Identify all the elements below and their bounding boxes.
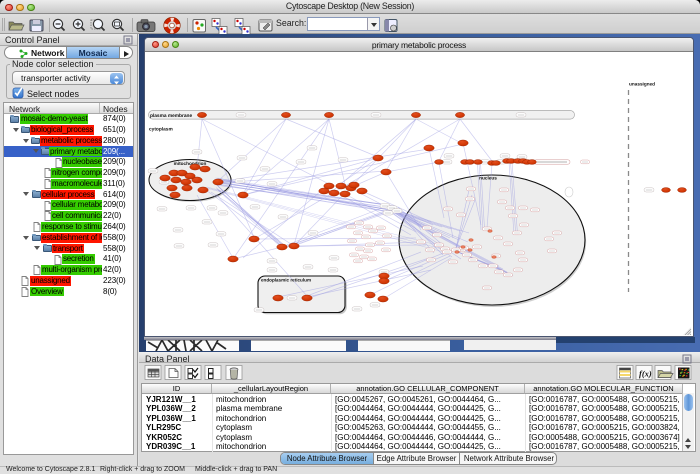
svg-text:unassigned: unassigned [629, 82, 655, 87]
svg-text:plasma membrane: plasma membrane [150, 113, 192, 119]
svg-text:f(x): f(x) [639, 369, 652, 379]
svg-text:nucleus: nucleus [479, 176, 497, 181]
svg-text:cytoplasm: cytoplasm [149, 127, 173, 133]
svg-text:mitochondrion: mitochondrion [174, 161, 207, 166]
svg-text:endoplasmic reticulum: endoplasmic reticulum [261, 277, 311, 282]
